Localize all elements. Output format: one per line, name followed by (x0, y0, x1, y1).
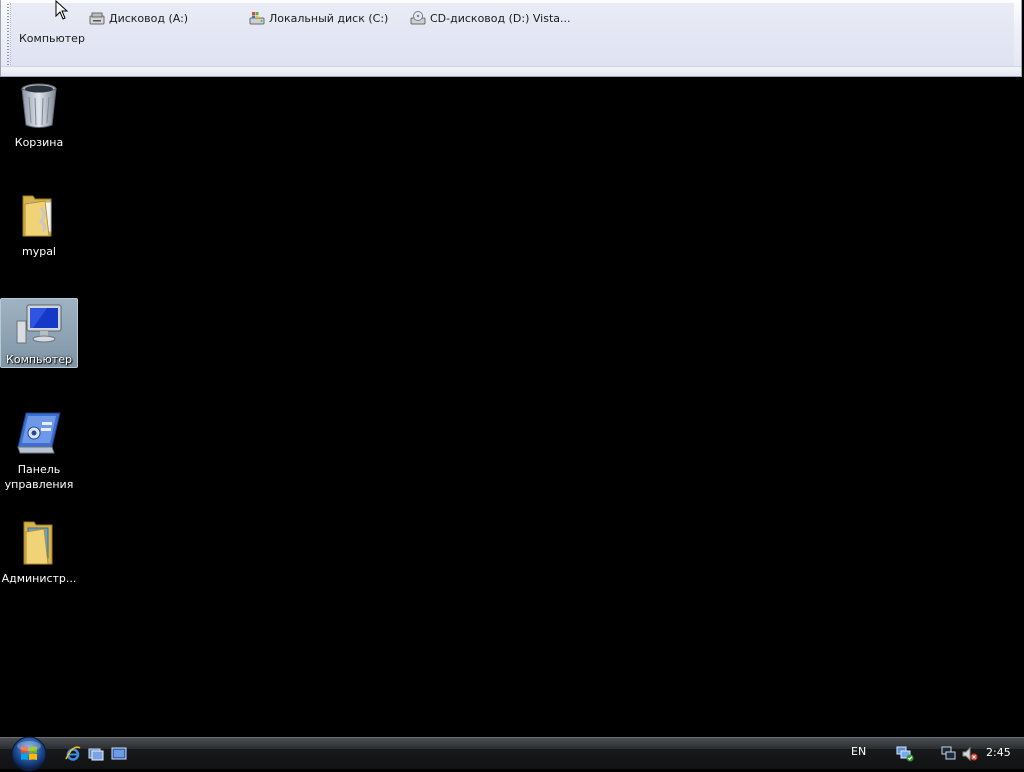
drive-c-label: Локальный диск (C:) (269, 11, 389, 25)
quicklaunch-switch-windows-button[interactable] (87, 745, 105, 763)
computer-icon (15, 301, 63, 347)
desktop-icon-admin-tools[interactable]: Администр... (0, 516, 78, 586)
taskbar: EN 2:45 (0, 736, 1024, 772)
network-icon (941, 746, 956, 760)
drive-c-button[interactable]: Локальный диск (C:) (249, 9, 388, 27)
switch-windows-icon (88, 748, 104, 761)
floppy-drive-icon (89, 12, 105, 25)
desktop-icon-label: Компьютер (6, 353, 72, 366)
desktop-icon-recycle-bin[interactable]: Корзина (0, 80, 78, 150)
desktop-icon-label: Корзина (14, 136, 64, 149)
toolbar-grip[interactable] (7, 4, 9, 66)
quicklaunch-ie-button[interactable] (64, 745, 82, 763)
recycle-bin-icon (15, 82, 63, 130)
control-panel-icon (15, 409, 63, 457)
local-disk-icon (249, 12, 265, 25)
taskbar-clock[interactable]: 2:45 (986, 746, 1011, 759)
desktop-icon-label: Администр... (1, 572, 77, 585)
drive-d-label: CD-дисковод (D:) Vista... (430, 11, 571, 25)
language-indicator[interactable]: EN (851, 745, 866, 758)
tray-volume-button[interactable] (961, 745, 979, 763)
volume-muted-icon (962, 746, 978, 762)
toolbar-title: Компьютер (19, 32, 85, 45)
drive-d-button[interactable]: CD-дисковод (D:) Vista... (410, 9, 570, 27)
show-desktop-icon (111, 747, 127, 760)
desktop-icon-mypal[interactable]: mypal (0, 189, 78, 259)
folder-icon (15, 191, 63, 239)
desktop-icon-control-panel[interactable]: Панель управления (0, 407, 78, 493)
cd-drive-icon (410, 11, 426, 25)
start-button[interactable] (7, 736, 51, 772)
ie-icon (65, 746, 81, 761)
tray-network-button[interactable] (940, 745, 958, 763)
desktop-icon-computer[interactable]: Компьютер (0, 298, 78, 368)
toolbar-bottom-strip (1, 66, 1021, 76)
network-status-icon (896, 746, 914, 762)
desktop-icon-label: Панель управления (4, 463, 74, 491)
quicklaunch-show-desktop-button[interactable] (110, 745, 128, 763)
drive-a-label: Дисковод (A:) (109, 11, 189, 25)
drive-a-button[interactable]: Дисковод (A:) (89, 9, 188, 27)
mouse-cursor-icon (55, 0, 69, 20)
admin-tools-folder-icon (15, 518, 63, 566)
tray-network-status-button[interactable] (896, 745, 914, 763)
desktop-icon-label: mypal (21, 245, 56, 258)
computer-toolbar: Дисковод (A:) Локальный диск (C:) CD-дис… (0, 0, 1022, 77)
